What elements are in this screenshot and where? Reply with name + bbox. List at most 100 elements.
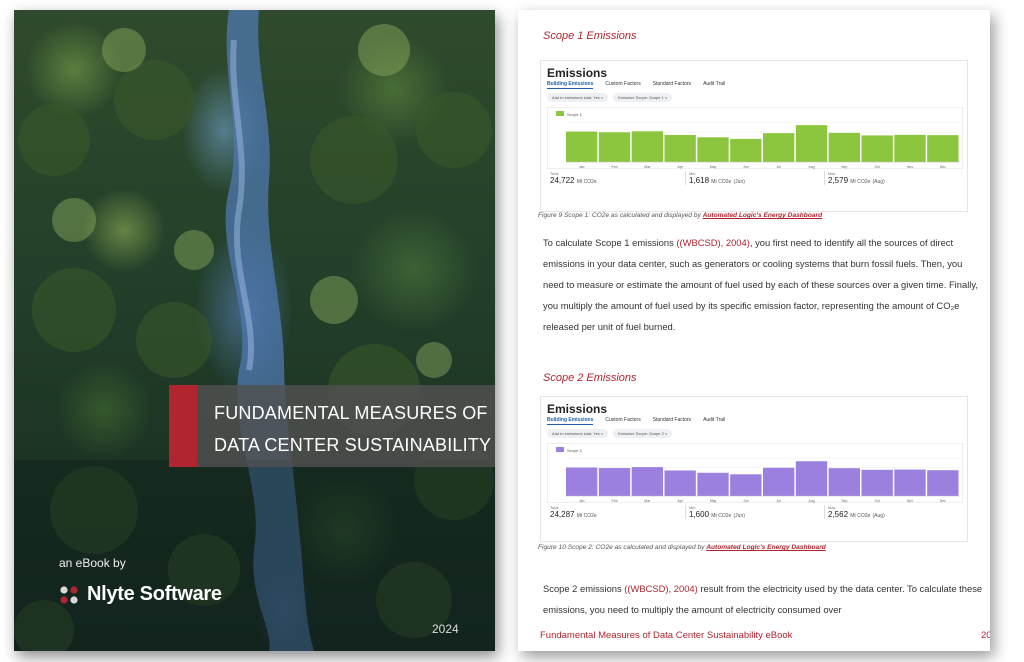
bar-mar[interactable]: Mar: 2150	[631, 131, 663, 162]
title-accent-bar	[169, 385, 197, 467]
stat-min: Min 1,618 Mt CO2e (Jun)	[685, 171, 824, 185]
nlyte-logo-icon	[60, 585, 78, 604]
tick-label-dec: Dec	[940, 499, 946, 503]
legend-swatch	[556, 447, 564, 452]
ebook-by-label: an eBook by	[59, 556, 126, 570]
scope2-chart-panel: Scope 2 Jan: 2100 Jan Feb: 2060 Feb Mar: 2130…	[547, 443, 963, 503]
tick-label-jun: Jun	[743, 499, 749, 503]
tick-label-feb: Feb	[611, 165, 617, 169]
scope2-stats: Total 24,287 Mt CO2e Min 1,600 Mt CO2e (…	[547, 505, 963, 519]
tab-building-emissions[interactable]: Building Emissions	[547, 417, 594, 425]
scope2-bar-chart: Scope 2 Jan: 2100 Jan Feb: 2060 Feb Mar: 2130…	[556, 447, 960, 503]
brand-name: Nlyte Software	[87, 583, 222, 605]
scope1-stats: Total 24,722 Mt CO2e Min 1,618 Mt CO2e (…	[547, 171, 963, 185]
tick-label-jan: Jan	[579, 165, 585, 169]
cover-title-line-2: DATA CENTER SUSTAINABILITY	[214, 435, 492, 455]
bar-dec[interactable]: Dec: 1880	[927, 135, 959, 162]
ebook-page: Scope 1 Emissions Emissions Building Emi…	[518, 10, 990, 651]
bar-jul[interactable]: Jul: 2020	[763, 133, 795, 162]
bar-dec[interactable]: Dec: 1900	[927, 470, 959, 496]
filter-chip[interactable]: Add to emissions total: Yes ×	[547, 93, 609, 102]
energy-dashboard-link[interactable]: Automated Logic's Energy Dashboard	[703, 212, 823, 219]
bar-aug[interactable]: Aug: 2579	[795, 125, 828, 162]
tick-label-may: May	[710, 165, 717, 169]
stat-max: Max 2,579 Mt CO2e (Aug)	[824, 171, 963, 185]
bar-oct[interactable]: Oct: 1930	[861, 469, 893, 496]
tab-audit-trail[interactable]: Audit Trail	[703, 417, 725, 425]
scope1-dashboard: Emissions Building Emissions Custom Fact…	[540, 60, 968, 212]
dashboard-tabs: Building Emissions Custom Factors Standa…	[547, 417, 725, 425]
stat-max: Max 2,562 Mt CO2e (Aug)	[824, 505, 963, 519]
tick-label-jul: Jul	[776, 165, 781, 169]
figure-9-caption: Figure 9 Scope 1: CO2e as calculated and…	[538, 212, 823, 219]
tick-label-mar: Mar	[644, 499, 651, 503]
tick-label-jul: Jul	[776, 499, 781, 503]
tick-label-sep: Sep	[841, 165, 847, 169]
tick-label-apr: Apr	[677, 499, 683, 503]
nlyte-logo: Nlyte Software	[59, 583, 222, 606]
energy-dashboard-link[interactable]: Automated Logic's Energy Dashboard	[706, 544, 826, 551]
cover-title-line-1: FUNDAMENTAL MEASURES OF	[214, 403, 488, 423]
tick-label-jan: Jan	[579, 499, 585, 503]
bar-jun[interactable]: Jun: 1600	[730, 474, 762, 496]
tab-custom-factors[interactable]: Custom Factors	[605, 81, 640, 89]
cover-title: FUNDAMENTAL MEASURES OF DATA CENTER SUST…	[214, 397, 491, 461]
tab-standard-factors[interactable]: Standard Factors	[653, 81, 691, 89]
tab-custom-factors[interactable]: Custom Factors	[605, 417, 640, 425]
bar-feb[interactable]: Feb: 2060	[598, 468, 631, 496]
filter-chips: Add to emissions total: Yes × Emission S…	[547, 93, 673, 102]
citation-wbcsd: ((WBCSD), 2004)	[624, 583, 698, 594]
bar-apr[interactable]: Apr: 1880	[664, 470, 696, 496]
tick-label-oct: Oct	[874, 499, 879, 503]
bar-nov[interactable]: Nov: 1900	[894, 134, 926, 162]
filter-chip[interactable]: Emission Scope: Scope 1 ×	[613, 93, 673, 102]
bar-mar[interactable]: Mar: 2130	[631, 467, 663, 496]
tick-label-dec: Dec	[940, 165, 946, 169]
bar-apr[interactable]: Apr: 1890	[664, 135, 696, 162]
spread: FUNDAMENTAL MEASURES OF DATA CENTER SUST…	[0, 0, 1024, 662]
stat-total: Total 24,722 Mt CO2e	[550, 171, 597, 185]
stat-total: Total 24,287 Mt CO2e	[550, 505, 597, 519]
tick-label-jun: Jun	[743, 165, 749, 169]
dashboard-title: Emissions	[547, 66, 608, 80]
scope2-dashboard: Emissions Building Emissions Custom Fact…	[540, 396, 968, 542]
scope2-heading: Scope 2 Emissions	[543, 372, 637, 384]
bar-may[interactable]: May: 1730	[697, 137, 729, 162]
bar-may[interactable]: May: 1710	[697, 472, 729, 496]
scope2-paragraph: Scope 2 emissions ((WBCSD), 2004) result…	[543, 583, 983, 615]
filter-chip[interactable]: Add to emissions total: Yes ×	[547, 429, 609, 438]
scope1-chart-panel: Scope 1 Jan: 2130 Jan Feb: 2080 Feb Mar: 2150…	[547, 107, 963, 169]
stat-min: Min 1,600 Mt CO2e (Jun)	[685, 505, 824, 519]
ebook-cover: FUNDAMENTAL MEASURES OF DATA CENTER SUST…	[14, 10, 495, 651]
bar-aug[interactable]: Aug: 2562	[795, 461, 828, 496]
dashboard-tabs: Building Emissions Custom Factors Standa…	[547, 81, 725, 89]
bar-jun[interactable]: Jun: 1618	[730, 138, 762, 162]
bar-nov[interactable]: Nov: 1950	[894, 469, 926, 496]
page-number: 20	[981, 630, 990, 641]
tick-label-oct: Oct	[874, 165, 879, 169]
bar-sep[interactable]: Sep: 2050	[828, 468, 860, 496]
figure-10-caption: Figure 10 Scope 2: CO2e as calculated an…	[538, 544, 826, 551]
bar-feb[interactable]: Feb: 2080	[598, 132, 631, 162]
bar-oct[interactable]: Oct: 1860	[861, 135, 893, 162]
tab-audit-trail[interactable]: Audit Trail	[703, 81, 725, 89]
filter-chip[interactable]: Emission Scope: Scope 2 ×	[613, 429, 673, 438]
tab-standard-factors[interactable]: Standard Factors	[653, 417, 691, 425]
tick-label-nov: Nov	[907, 165, 913, 169]
tick-label-feb: Feb	[611, 499, 617, 503]
bar-jan[interactable]: Jan: 2130	[566, 131, 598, 162]
page-footer-title: Fundamental Measures of Data Center Sust…	[540, 630, 793, 641]
bar-sep[interactable]: Sep: 2040	[828, 132, 860, 162]
forest-river-image	[14, 10, 495, 651]
tick-label-aug: Aug	[808, 499, 814, 503]
cover-year: 2024	[432, 622, 459, 636]
filter-chips: Add to emissions total: Yes × Emission S…	[547, 429, 673, 438]
dashboard-title: Emissions	[547, 402, 608, 416]
bar-jan[interactable]: Jan: 2100	[566, 467, 598, 497]
tick-label-mar: Mar	[644, 165, 651, 169]
tab-building-emissions[interactable]: Building Emissions	[547, 81, 594, 89]
bar-jul[interactable]: Jul: 2080	[763, 467, 795, 496]
scope1-paragraph: To calculate Scope 1 emissions ((WBCSD),…	[543, 237, 978, 332]
legend-label: Scope 1	[567, 112, 582, 117]
citation-wbcsd: ((WBCSD), 2004)	[676, 237, 750, 248]
